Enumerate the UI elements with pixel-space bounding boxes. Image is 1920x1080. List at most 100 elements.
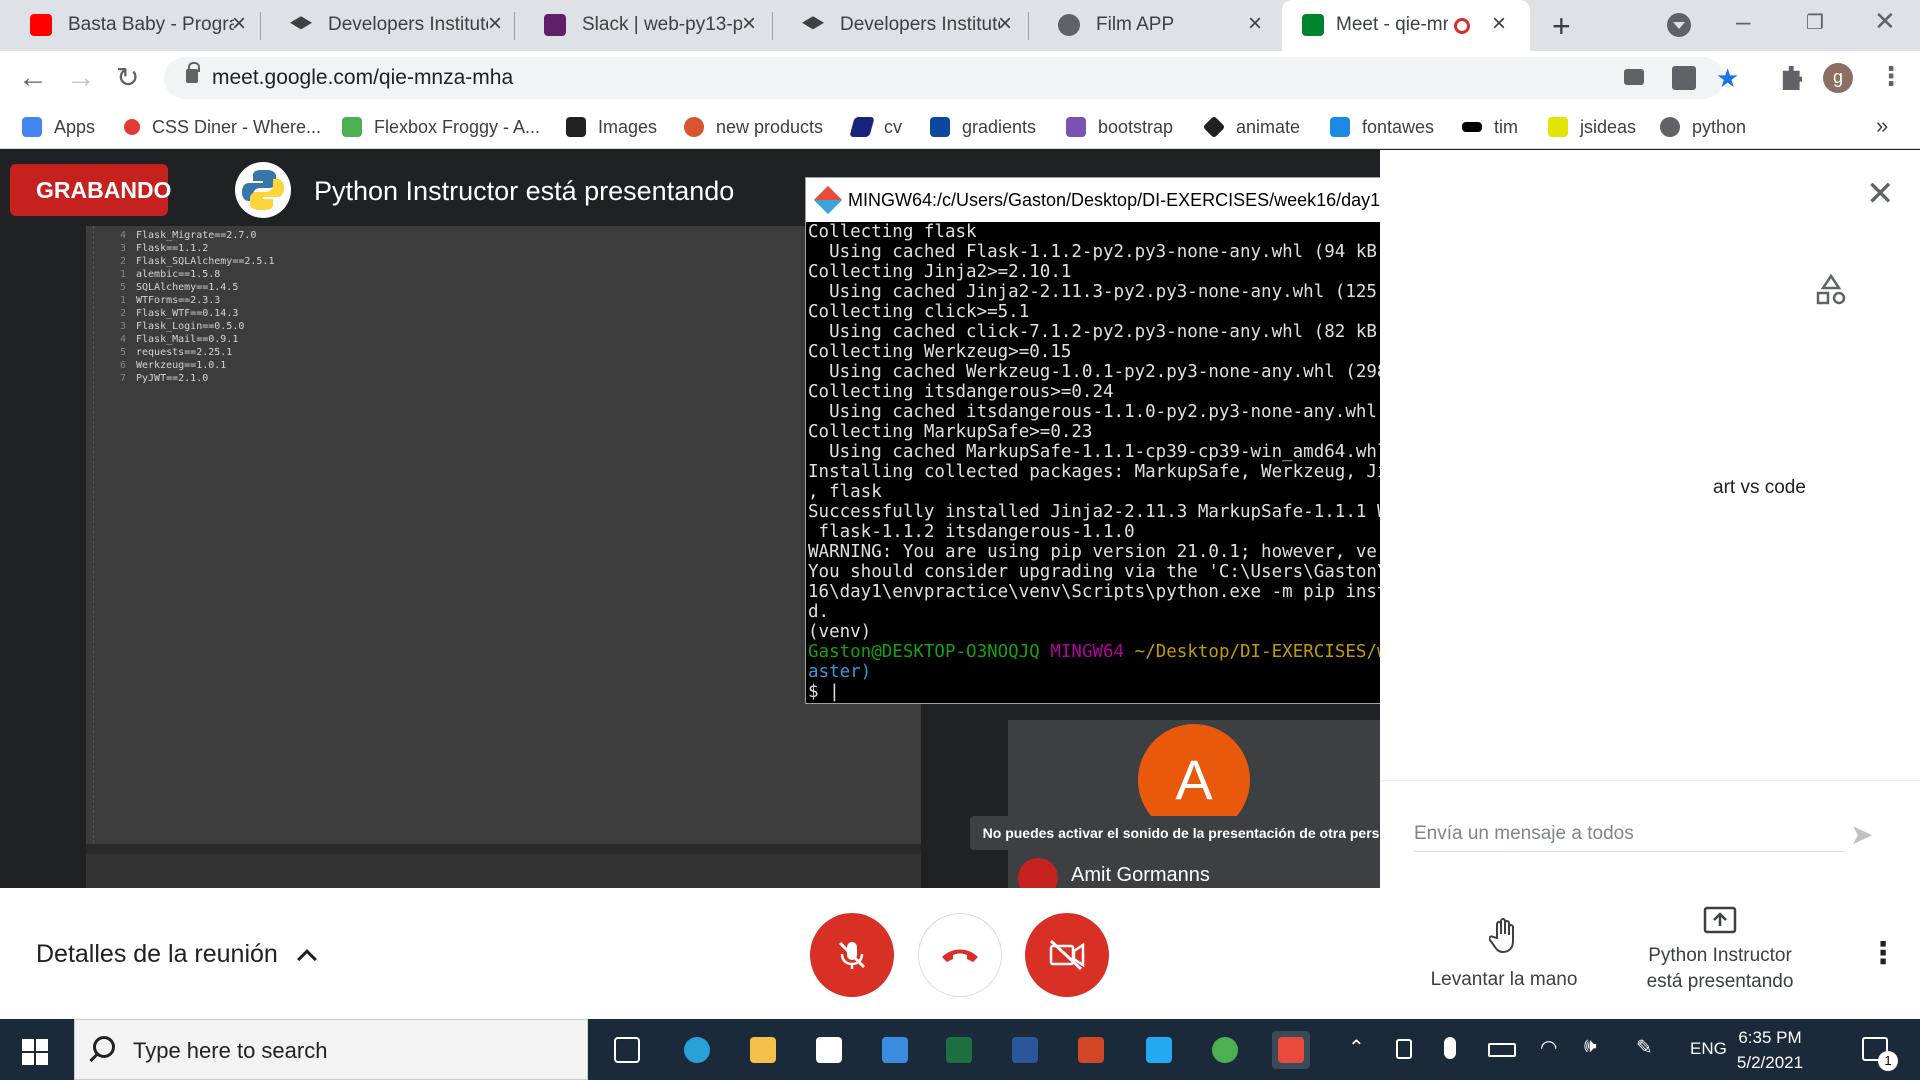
tab-title: Developers Institute: [840, 14, 1000, 35]
chrome-menu-icon[interactable]: ⋮: [1878, 61, 1904, 92]
new-tab-button[interactable]: +: [1552, 8, 1571, 45]
pen-workspace-icon[interactable]: ✎: [1636, 1035, 1653, 1060]
bookmark-jsideas[interactable]: jsideas: [1548, 114, 1636, 140]
task-view-icon[interactable]: [608, 1031, 646, 1069]
store-icon-glyph: [816, 1037, 842, 1063]
bookmark-label: animate: [1236, 116, 1301, 137]
bookmark-apps[interactable]: Apps: [22, 114, 95, 140]
presenting-indicator-button[interactable]: Python Instructor está presentando: [1620, 906, 1820, 995]
more-options-icon[interactable]: ⋮: [1868, 936, 1898, 971]
terminal-line: Collecting MarkupSafe>=0.23: [808, 422, 1093, 442]
bookmark-star-icon[interactable]: ★: [1716, 63, 1740, 93]
tab-developers-institute-1[interactable]: Developers Institute ×: [260, 0, 515, 51]
bookmark-new-products[interactable]: new products: [684, 114, 823, 140]
line-number: 2: [119, 308, 126, 319]
bookmark-bootstrap[interactable]: bootstrap: [1066, 114, 1173, 140]
bookmark-css-diner[interactable]: CSS Diner - Where...: [124, 114, 321, 140]
tab-basta-baby[interactable]: Basta Baby - Progra ×: [0, 0, 261, 51]
bookmark-animate[interactable]: animate: [1202, 114, 1301, 140]
close-tab-icon[interactable]: ×: [1492, 10, 1506, 38]
close-tab-icon[interactable]: ×: [232, 10, 246, 38]
excel-icon[interactable]: [940, 1031, 978, 1069]
battery-icon[interactable]: [1488, 1043, 1516, 1057]
git-bash-icon[interactable]: [1272, 1031, 1310, 1069]
store-icon[interactable]: [810, 1031, 848, 1069]
show-hidden-icons-icon[interactable]: ⌃: [1348, 1035, 1365, 1060]
reload-icon[interactable]: ↻: [116, 61, 139, 94]
leave-call-button[interactable]: [918, 913, 1002, 997]
close-tab-icon[interactable]: ×: [742, 10, 756, 38]
tab-film-app[interactable]: Film APP ×: [1028, 0, 1282, 51]
line-number: 7: [119, 373, 126, 384]
close-tab-icon[interactable]: ×: [488, 10, 502, 38]
line-number: 4: [119, 334, 126, 345]
microphone-tray-icon[interactable]: [1444, 1037, 1456, 1059]
word-icon[interactable]: [1006, 1031, 1044, 1069]
microphone-toggle-button[interactable]: [810, 913, 894, 997]
meet-now-icon[interactable]: [1396, 1039, 1412, 1059]
profile-avatar[interactable]: g: [1823, 63, 1853, 93]
tab-search-icon[interactable]: [1667, 13, 1691, 37]
recording-label: GRABANDO: [36, 176, 172, 203]
chevron-up-icon: [296, 948, 317, 969]
gradients-icon: [930, 117, 950, 137]
notification-count-badge: 1: [1878, 1051, 1898, 1071]
edge-icon[interactable]: [678, 1031, 716, 1069]
close-tab-icon[interactable]: ×: [998, 10, 1012, 38]
meeting-details-button[interactable]: Detalles de la reunión: [36, 940, 317, 969]
translate-icon[interactable]: [1672, 66, 1696, 90]
participant-name: Amit Gormanns: [1071, 864, 1210, 886]
volume-icon[interactable]: 🕪: [1584, 1035, 1597, 1058]
minimize-window-icon[interactable]: –: [1736, 6, 1750, 37]
powerpoint-icon[interactable]: [1072, 1031, 1110, 1069]
presenter-label: Python Instructor está presentando: [314, 176, 735, 206]
restore-window-icon[interactable]: ❐: [1806, 10, 1824, 35]
meet-control-bar: Detalles de la reunión Levantar la mano: [0, 888, 1920, 1019]
code-line: 6 Werkzeug==1.0.1: [98, 360, 226, 373]
recording-dot-icon: [1454, 18, 1470, 34]
terminal-prompt-line: aster): [808, 662, 871, 682]
extensions-puzzle-icon[interactable]: [1782, 66, 1802, 90]
lock-icon[interactable]: [186, 62, 200, 83]
bookmark-cv[interactable]: cv: [849, 114, 902, 140]
raise-hand-label: Levantar la mano: [1430, 969, 1578, 990]
bookmark-tim[interactable]: tim: [1462, 114, 1518, 140]
taskbar-search-box[interactable]: Type here to search: [74, 1019, 588, 1080]
vscode-icon-glyph: [1146, 1037, 1172, 1063]
line-number: 3: [119, 243, 126, 254]
back-icon[interactable]: ←: [18, 61, 48, 95]
bookmark-label: tim: [1494, 116, 1518, 137]
close-panel-icon[interactable]: ✕: [1866, 174, 1895, 214]
activities-shapes-icon[interactable]: [1815, 274, 1847, 306]
tab-meet-active[interactable]: Meet - qie-mnz ×: [1282, 0, 1530, 51]
camera-toggle-button[interactable]: [1025, 913, 1109, 997]
send-icon[interactable]: ➤: [1850, 818, 1873, 851]
chat-message-input[interactable]: Envía un mensaje a todos: [1414, 823, 1844, 852]
mail-icon[interactable]: [876, 1031, 914, 1069]
wifi-icon[interactable]: ◠: [1540, 1035, 1557, 1060]
close-tab-icon[interactable]: ×: [1248, 10, 1262, 38]
url-text[interactable]: meet.google.com/qie-mnza-mha: [212, 66, 513, 90]
file-explorer-icon[interactable]: [744, 1031, 782, 1069]
vscode-icon[interactable]: [1140, 1031, 1178, 1069]
taskbar-clock[interactable]: 6:35 PM 5/2/2021: [1720, 1025, 1820, 1075]
forward-icon[interactable]: →: [66, 61, 96, 95]
bookmark-gradients[interactable]: gradients: [930, 114, 1036, 140]
raise-hand-button[interactable]: Levantar la mano: [1414, 918, 1594, 991]
tab-developers-institute-2[interactable]: Developers Institute ×: [772, 0, 1029, 51]
address-bar[interactable]: meet.google.com/qie-mnza-mha ★: [164, 57, 1739, 99]
tab-slack[interactable]: Slack | web-py13-pt ×: [514, 0, 773, 51]
bookmark-fontawes[interactable]: fontawes: [1330, 114, 1434, 140]
camera-in-use-icon[interactable]: [1624, 69, 1644, 85]
chrome-icon[interactable]: [1206, 1031, 1244, 1069]
bookmark-images[interactable]: Images: [566, 114, 657, 140]
bookmark-flexbox-froggy[interactable]: Flexbox Froggy - A...: [342, 114, 540, 140]
images-icon: [566, 117, 586, 137]
bookmark-python[interactable]: python: [1660, 114, 1746, 140]
windows-start-icon[interactable]: [22, 1039, 48, 1065]
terminal-line: Collecting itsdangerous>=0.24: [808, 382, 1114, 402]
terminal-line: Using cached Flask-1.1.2-py2.py3-none-an…: [808, 242, 1388, 262]
terminal-input-line[interactable]: $ |: [808, 682, 840, 702]
more-bookmarks-icon[interactable]: »: [1876, 113, 1888, 139]
close-window-icon[interactable]: ✕: [1874, 6, 1896, 37]
